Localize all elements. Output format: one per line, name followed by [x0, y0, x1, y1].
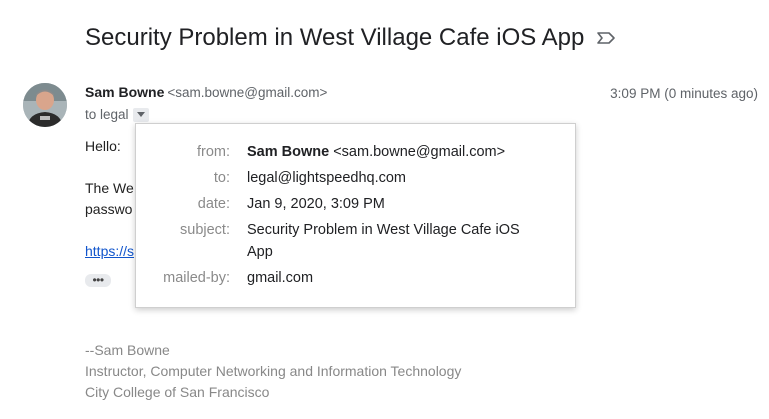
message-details-popup: from: Sam Bowne <sam.bowne@gmail.com> to…	[135, 123, 576, 308]
recipient-row: to legal	[85, 107, 149, 122]
details-value: Sam Bowne <sam.bowne@gmail.com>	[247, 141, 547, 163]
sender-email: <sam.bowne@gmail.com>	[167, 85, 328, 100]
email-timestamp: 3:09 PM (0 minutes ago)	[610, 86, 758, 101]
subject-row: Security Problem in West Village Cafe iO…	[85, 20, 616, 56]
details-label: from:	[196, 144, 230, 160]
email-greeting: Hello:	[85, 138, 121, 154]
sender-name[interactable]: Sam Bowne	[85, 84, 164, 100]
ellipsis-icon: •••	[92, 273, 104, 287]
details-value: gmail.com	[247, 270, 314, 286]
details-value: Jan 9, 2020, 3:09 PM	[247, 196, 385, 212]
chevron-down-icon	[136, 112, 145, 117]
email-body-link[interactable]: https://s	[85, 243, 134, 259]
importance-marker-icon[interactable]	[596, 31, 616, 45]
email-body-line: passwo	[85, 201, 133, 217]
email-body-line: The We	[85, 180, 134, 196]
signature-line: --Sam Bowne	[85, 342, 170, 358]
sender-row: Sam Bowne <sam.bowne@gmail.com>	[85, 84, 327, 100]
details-value: legal@lightspeedhq.com	[247, 170, 407, 186]
details-label: subject:	[180, 222, 230, 238]
details-from-name: Sam Bowne	[247, 144, 330, 160]
details-from-email: <sam.bowne@gmail.com>	[333, 144, 506, 160]
recipient-label: to legal	[85, 107, 129, 122]
signature-line: Instructor, Computer Networking and Info…	[85, 363, 462, 379]
details-value: Security Problem in West Village Cafe iO…	[247, 222, 520, 260]
email-subject: Security Problem in West Village Cafe iO…	[85, 24, 585, 51]
signature-line: City College of San Francisco	[85, 384, 270, 400]
details-label: date:	[197, 196, 230, 212]
details-label: mailed-by:	[163, 270, 230, 286]
show-trimmed-content-button[interactable]: •••	[85, 274, 111, 287]
details-label: to:	[213, 170, 230, 186]
sender-avatar[interactable]	[23, 83, 67, 127]
show-details-button[interactable]	[132, 107, 149, 122]
